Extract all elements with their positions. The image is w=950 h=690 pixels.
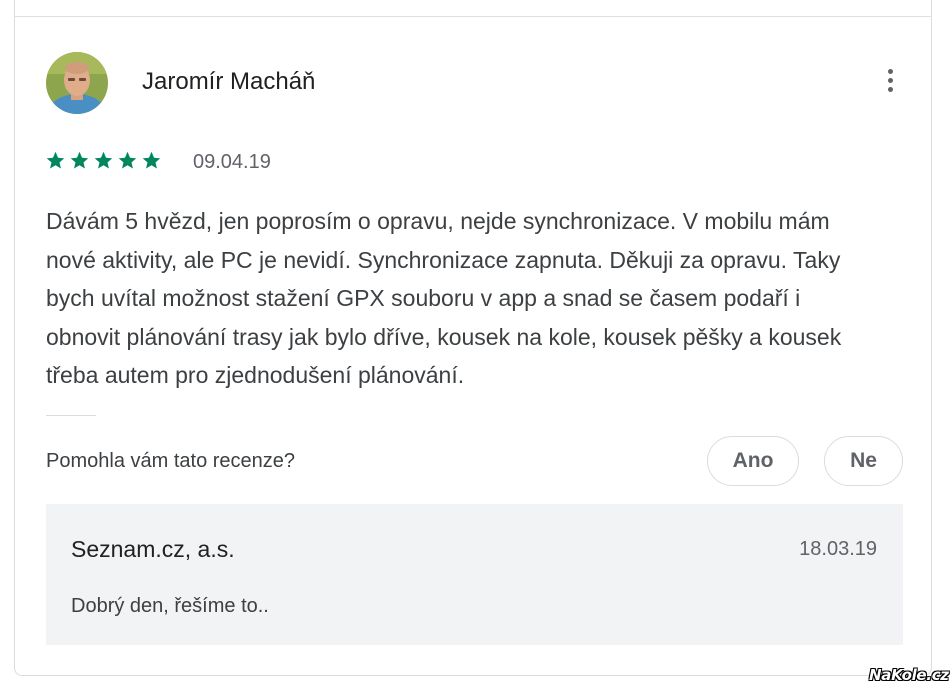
review-date: 09.04.19 xyxy=(193,151,271,173)
developer-name: Seznam.cz, a.s. xyxy=(71,536,235,562)
watermark: NaKole.cz xyxy=(869,666,949,684)
top-divider xyxy=(14,16,932,17)
divider xyxy=(46,415,96,416)
helpful-no-button[interactable]: Ne xyxy=(824,436,903,486)
helpful-yes-button[interactable]: Ano xyxy=(707,436,799,486)
reply-text: Dobrý den, řešíme to.. xyxy=(71,595,269,617)
review-text: Dávám 5 hvězd, jen poprosím o opravu, ne… xyxy=(46,208,842,388)
star-icon xyxy=(142,151,161,169)
developer-reply: Seznam.cz, a.s. 18.03.19 Dobrý den, řeší… xyxy=(46,504,903,645)
star-icon xyxy=(46,151,65,169)
more-vert-icon[interactable] xyxy=(878,66,902,98)
star-rating xyxy=(45,150,162,171)
helpful-question: Pomohla vám tato recenze? xyxy=(46,450,296,472)
reply-date: 18.03.19 xyxy=(799,538,877,560)
star-icon xyxy=(70,151,89,169)
star-icon xyxy=(118,151,137,169)
review-author: Jaromír Macháň xyxy=(142,68,316,95)
star-icon xyxy=(94,151,113,169)
avatar xyxy=(46,52,108,114)
